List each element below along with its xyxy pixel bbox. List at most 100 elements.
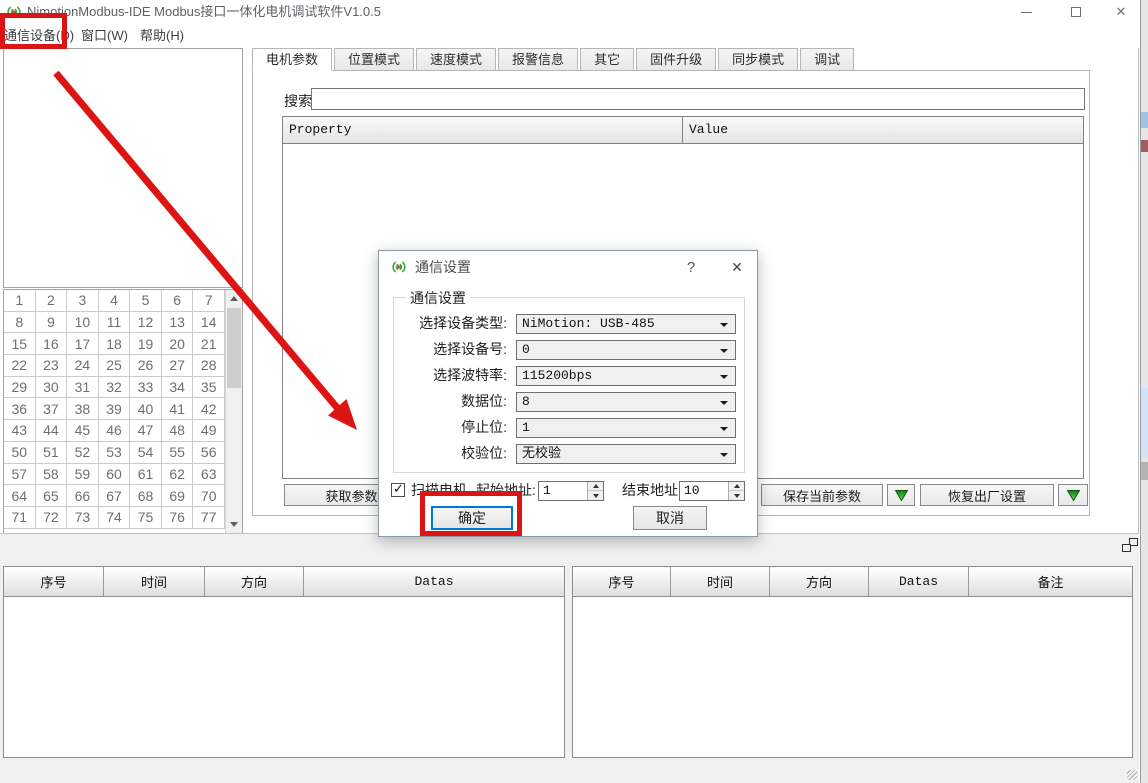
address-grid-cell[interactable]: 29 xyxy=(4,377,36,399)
address-grid-cell[interactable]: 2 xyxy=(36,290,68,312)
address-grid-cell[interactable]: 36 xyxy=(4,398,36,420)
cancel-button[interactable]: 取消 xyxy=(633,506,707,530)
address-grid-cell[interactable]: 44 xyxy=(36,420,68,442)
address-grid-cell[interactable]: 47 xyxy=(130,420,162,442)
address-grid-cell[interactable]: 6 xyxy=(162,290,194,312)
address-grid-cell[interactable]: 26 xyxy=(130,355,162,377)
save-current-params-button[interactable]: 保存当前参数 xyxy=(761,484,883,506)
address-grid-cell[interactable]: 14 xyxy=(193,312,225,334)
spin-down-icon[interactable] xyxy=(588,491,603,500)
address-grid-cell[interactable]: 56 xyxy=(193,442,225,464)
address-grid-cell[interactable]: 70 xyxy=(193,485,225,507)
combo-box[interactable]: 115200bps xyxy=(516,366,736,386)
dialog-help-button[interactable]: ? xyxy=(675,251,707,283)
tab-position-mode[interactable]: 位置模式 xyxy=(334,48,414,70)
address-grid-cell[interactable]: 38 xyxy=(67,398,99,420)
resize-grip[interactable] xyxy=(1127,770,1137,780)
grid-scrollbar[interactable] xyxy=(225,290,242,533)
start-address-spinner[interactable]: 1 xyxy=(538,481,604,501)
address-grid-cell[interactable]: 73 xyxy=(67,507,99,529)
spin-up-icon[interactable] xyxy=(729,482,744,491)
address-grid-cell[interactable]: 8 xyxy=(4,312,36,334)
address-grid-cell[interactable]: 62 xyxy=(162,464,194,486)
ok-button[interactable]: 确定 xyxy=(431,506,513,530)
address-grid-cell[interactable]: 9 xyxy=(36,312,68,334)
address-grid-cell[interactable]: 13 xyxy=(162,312,194,334)
combo-box[interactable]: 1 xyxy=(516,418,736,438)
address-grid-cell[interactable]: 41 xyxy=(162,398,194,420)
spin-down-icon[interactable] xyxy=(729,491,744,500)
address-grid-cell[interactable]: 5 xyxy=(130,290,162,312)
address-grid-cell[interactable]: 30 xyxy=(36,377,68,399)
address-grid-cell[interactable]: 18 xyxy=(99,333,131,355)
address-grid-cell[interactable]: 17 xyxy=(67,333,99,355)
address-grid-cell[interactable]: 19 xyxy=(130,333,162,355)
tab-alarm-info[interactable]: 报警信息 xyxy=(498,48,578,70)
address-grid-cell[interactable]: 23 xyxy=(36,355,68,377)
tab-debug[interactable]: 调试 xyxy=(800,48,854,70)
minimize-button[interactable] xyxy=(1011,0,1041,24)
address-grid-cell[interactable]: 10 xyxy=(67,312,99,334)
end-address-spinner[interactable]: 10 xyxy=(679,481,745,501)
address-grid-cell[interactable]: 58 xyxy=(36,464,68,486)
combo-box[interactable]: 无校验 xyxy=(516,444,736,464)
address-grid-cell[interactable]: 74 xyxy=(99,507,131,529)
address-grid-cell[interactable]: 68 xyxy=(130,485,162,507)
address-grid-cell[interactable]: 72 xyxy=(36,507,68,529)
address-grid-cell[interactable]: 53 xyxy=(99,442,131,464)
address-grid-cell[interactable]: 22 xyxy=(4,355,36,377)
address-grid-cell[interactable]: 57 xyxy=(4,464,36,486)
address-grid-cell[interactable]: 71 xyxy=(4,507,36,529)
address-grid-cell[interactable]: 45 xyxy=(67,420,99,442)
spin-up-icon[interactable] xyxy=(588,482,603,491)
search-input[interactable] xyxy=(311,88,1085,110)
address-grid-cell[interactable]: 34 xyxy=(162,377,194,399)
address-grid-cell[interactable]: 61 xyxy=(130,464,162,486)
tab-firmware-upgrade[interactable]: 固件升级 xyxy=(636,48,716,70)
address-grid-cell[interactable]: 3 xyxy=(67,290,99,312)
address-grid-cell[interactable]: 25 xyxy=(99,355,131,377)
address-grid-cell[interactable]: 40 xyxy=(130,398,162,420)
address-grid-cell[interactable]: 46 xyxy=(99,420,131,442)
address-grid-cell[interactable]: 20 xyxy=(162,333,194,355)
restore-factory-button[interactable]: 恢复出厂设置 xyxy=(920,484,1054,506)
address-grid-cell[interactable]: 67 xyxy=(99,485,131,507)
address-grid-cell[interactable]: 49 xyxy=(193,420,225,442)
address-grid-cell[interactable]: 77 xyxy=(193,507,225,529)
close-button[interactable]: ✕ xyxy=(1106,0,1136,24)
dialog-close-button[interactable]: ✕ xyxy=(717,251,757,283)
combo-box[interactable]: 8 xyxy=(516,392,736,412)
address-grid-cell[interactable]: 35 xyxy=(193,377,225,399)
address-grid-cell[interactable]: 37 xyxy=(36,398,68,420)
menu-window[interactable]: 窗口(W) xyxy=(81,24,128,48)
address-grid-cell[interactable]: 63 xyxy=(193,464,225,486)
restore-dropdown-button[interactable] xyxy=(1058,484,1088,506)
address-grid-cell[interactable]: 69 xyxy=(162,485,194,507)
address-grid-cell[interactable]: 21 xyxy=(193,333,225,355)
address-grid-cell[interactable]: 42 xyxy=(193,398,225,420)
address-grid-cell[interactable]: 59 xyxy=(67,464,99,486)
menu-help[interactable]: 帮助(H) xyxy=(140,24,184,48)
address-grid-cell[interactable]: 11 xyxy=(99,312,131,334)
address-grid-cell[interactable]: 43 xyxy=(4,420,36,442)
address-grid-cell[interactable]: 16 xyxy=(36,333,68,355)
address-grid-cell[interactable]: 31 xyxy=(67,377,99,399)
tab-sync-mode[interactable]: 同步模式 xyxy=(718,48,798,70)
maximize-button[interactable] xyxy=(1061,0,1091,24)
address-grid-cell[interactable]: 28 xyxy=(193,355,225,377)
address-grid-cell[interactable]: 48 xyxy=(162,420,194,442)
address-grid-cell[interactable]: 51 xyxy=(36,442,68,464)
address-grid-cell[interactable]: 64 xyxy=(4,485,36,507)
address-grid-cell[interactable]: 54 xyxy=(130,442,162,464)
address-grid-cell[interactable]: 7 xyxy=(193,290,225,312)
address-grid-cell[interactable]: 65 xyxy=(36,485,68,507)
address-grid-cell[interactable]: 15 xyxy=(4,333,36,355)
tab-speed-mode[interactable]: 速度模式 xyxy=(416,48,496,70)
address-grid-cell[interactable]: 1 xyxy=(4,290,36,312)
address-grid-cell[interactable]: 24 xyxy=(67,355,99,377)
address-grid-cell[interactable]: 12 xyxy=(130,312,162,334)
address-grid-cell[interactable]: 55 xyxy=(162,442,194,464)
address-grid-cell[interactable]: 75 xyxy=(130,507,162,529)
address-grid-cell[interactable]: 60 xyxy=(99,464,131,486)
scroll-up-icon[interactable] xyxy=(226,290,242,307)
